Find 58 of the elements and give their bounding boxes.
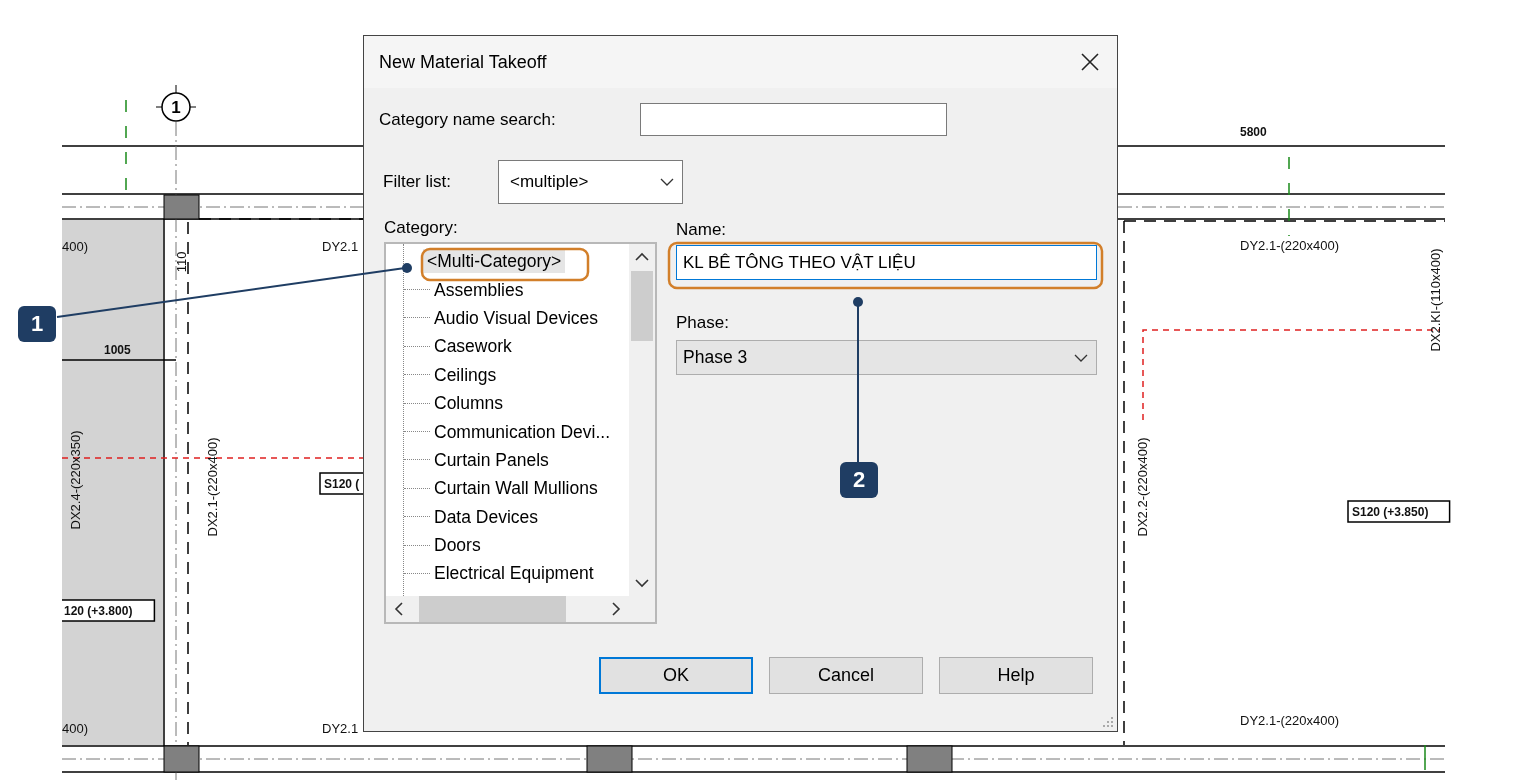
beam-label: DY2.1-(220x400) (1240, 713, 1339, 728)
column (163, 745, 200, 773)
beam-label: 400) (62, 239, 89, 254)
category-item[interactable]: Audio Visual Devices (430, 305, 603, 330)
dialog-button[interactable]: Help (939, 657, 1093, 694)
beam-label: DX2.2-(220x400) (1135, 437, 1150, 537)
category-item[interactable]: Communication Devi... (430, 419, 615, 444)
filter-dropdown[interactable]: <multiple> (498, 160, 683, 204)
category-item[interactable]: Doors (430, 533, 485, 558)
column (586, 745, 633, 773)
beam-label: 110 (174, 251, 189, 273)
beam-label: DX2.4-(220x350) (68, 430, 83, 530)
callout-badge: 2 (840, 462, 878, 498)
chevron-right-icon[interactable] (612, 602, 621, 616)
chevron-down-icon[interactable] (635, 579, 649, 588)
chevron-left-icon[interactable] (394, 602, 403, 616)
dimension-label: 5800 (1240, 125, 1267, 139)
chevron-down-icon (660, 178, 674, 186)
field-label: Filter list: (383, 171, 452, 193)
field-label: Category: (384, 217, 459, 239)
category-item[interactable]: Columns (430, 391, 508, 416)
beam-label: DX2.1-(220x400) (205, 437, 220, 537)
category-item[interactable]: Data Devices (430, 504, 543, 529)
beam-label: DX2.KI-(110x400) (1428, 248, 1443, 352)
field-label: Name: (676, 219, 728, 241)
column (163, 194, 200, 220)
vertical-scrollbar[interactable] (629, 244, 655, 596)
slab-tag: S120 (+3.850) (1347, 500, 1451, 523)
category-item[interactable]: <Multi-Category> (423, 249, 566, 274)
window-title: New Material Takeoff (379, 51, 547, 73)
scroll-thumb[interactable] (419, 596, 566, 622)
beam-label: DY2.1 (322, 239, 359, 254)
category-item[interactable]: Assemblies (430, 277, 528, 302)
category-item[interactable]: Curtain Wall Mullions (430, 476, 602, 501)
beam-label: 400) (62, 721, 89, 736)
slab-tag: 120 (+3.800) (62, 599, 156, 622)
dimension-label: 1005 (104, 343, 131, 357)
category-item[interactable]: Casework (430, 334, 516, 359)
phase-dropdown[interactable]: Phase 3 (676, 340, 1097, 375)
horizontal-scrollbar[interactable] (386, 596, 629, 622)
dialog-button[interactable]: Cancel (769, 657, 923, 694)
name-field[interactable]: KL BÊ TÔNG THEO VẬT LIỆU (676, 245, 1097, 280)
column (906, 745, 953, 773)
category-item[interactable]: Curtain Panels (430, 447, 553, 472)
search-field[interactable] (640, 103, 947, 136)
scroll-thumb[interactable] (631, 271, 653, 341)
category-item[interactable]: Ceilings (430, 362, 501, 387)
field-label: Phase: (676, 312, 730, 334)
chevron-down-icon (1074, 353, 1088, 362)
callout-badge: 1 (18, 306, 56, 342)
close-icon[interactable] (1080, 52, 1100, 72)
dialog-button[interactable]: OK (599, 657, 753, 694)
category-item[interactable]: Electrical Equipment (430, 561, 598, 586)
chevron-up-icon[interactable] (635, 252, 649, 261)
beam-label: DY2.1 (322, 721, 359, 736)
resize-grip-icon[interactable] (1102, 716, 1114, 728)
beam-label: DY2.1-(220x400) (1240, 238, 1339, 253)
field-label: Category name search: (379, 108, 557, 131)
